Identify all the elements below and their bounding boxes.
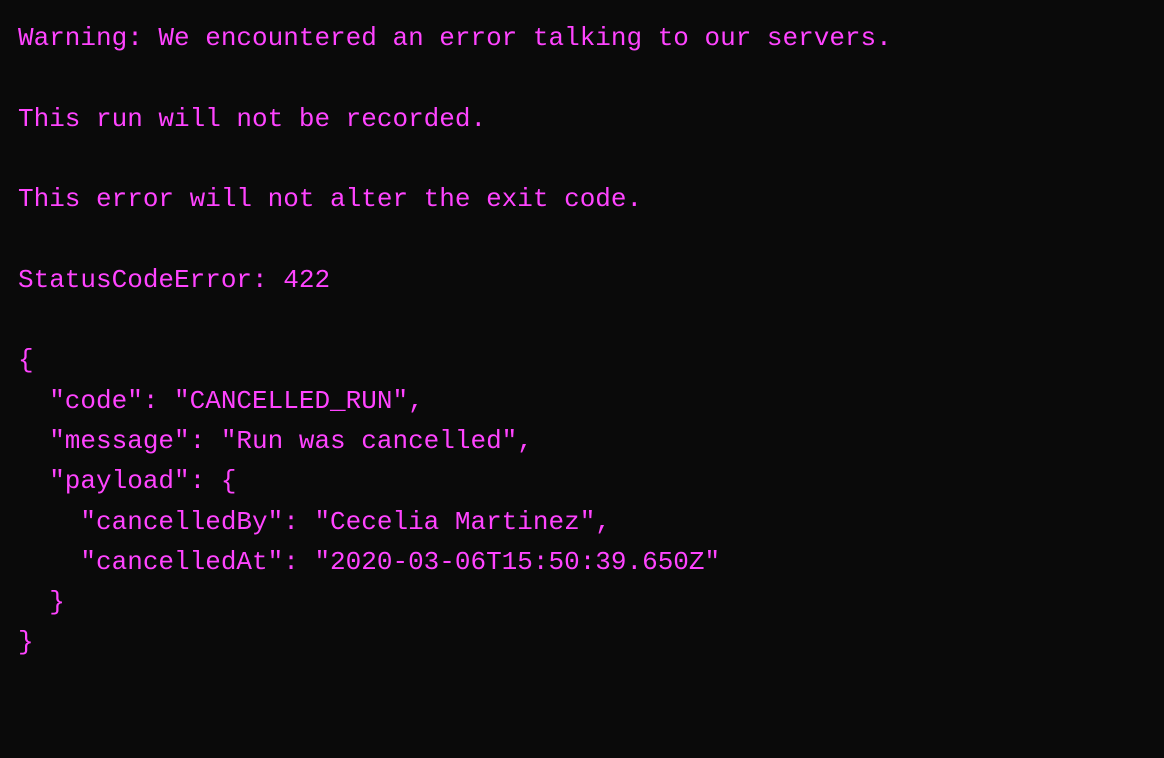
json-code: "code": "CANCELLED_RUN", bbox=[18, 381, 1146, 421]
json-payload-open: "payload": { bbox=[18, 461, 1146, 501]
json-cancelled-at: "cancelledAt": "2020-03-06T15:50:39.650Z… bbox=[18, 542, 1146, 582]
json-message: "message": "Run was cancelled", bbox=[18, 421, 1146, 461]
json-payload-close: } bbox=[18, 582, 1146, 622]
json-open: { bbox=[18, 340, 1146, 380]
warning-line: Warning: We encountered an error talking… bbox=[18, 18, 1146, 58]
terminal-container: Warning: We encountered an error talking… bbox=[18, 18, 1146, 663]
status-code: StatusCodeError: 422 bbox=[18, 260, 1146, 300]
not-recorded: This run will not be recorded. bbox=[18, 99, 1146, 139]
json-cancelled-by: "cancelledBy": "Cecelia Martinez", bbox=[18, 502, 1146, 542]
empty-1 bbox=[18, 58, 1146, 98]
empty-4 bbox=[18, 300, 1146, 340]
exit-code: This error will not alter the exit code. bbox=[18, 179, 1146, 219]
empty-2 bbox=[18, 139, 1146, 179]
empty-3 bbox=[18, 219, 1146, 259]
json-close: } bbox=[18, 622, 1146, 662]
